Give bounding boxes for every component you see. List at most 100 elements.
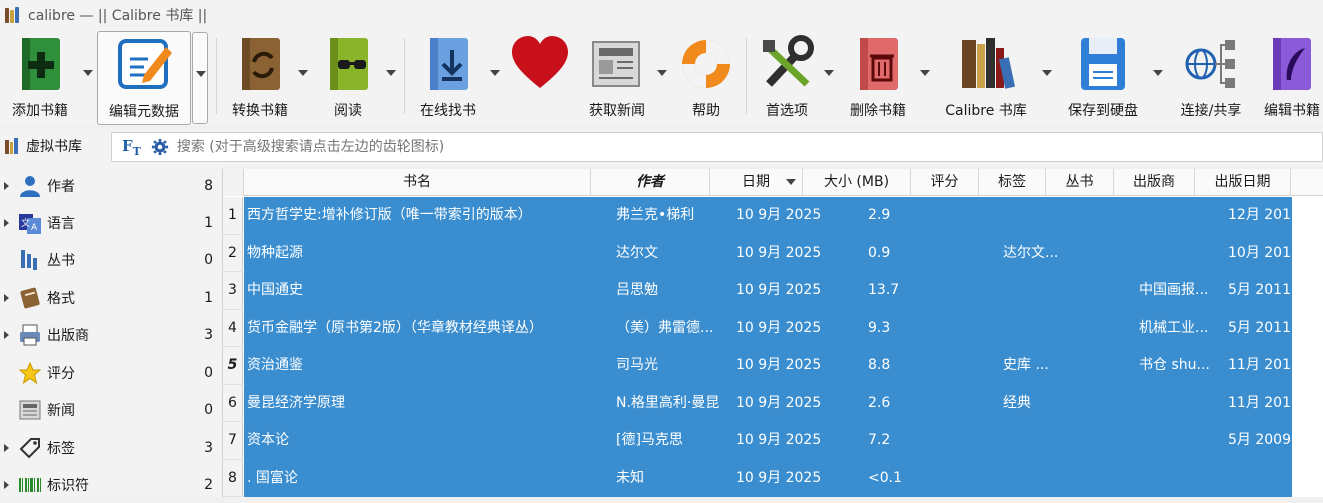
- row-number[interactable]: 4: [223, 309, 243, 347]
- tag-browser-item-formats[interactable]: 格式 1: [0, 279, 222, 316]
- table-row[interactable]: 3 中国通史 吕思勉 10 9月 2025 13.7 中国画报... 5月 2011: [223, 272, 1323, 310]
- table-row[interactable]: 2 物种起源 达尔文 10 9月 2025 0.9 达尔文... 10月 2013: [223, 234, 1323, 273]
- column-header-title[interactable]: 书名: [244, 169, 591, 196]
- tag-browser-item-authors[interactable]: 作者 8: [0, 167, 222, 204]
- fetch-news-dropdown[interactable]: [657, 70, 667, 76]
- expand-arrow-icon[interactable]: [4, 218, 9, 227]
- add-book-button[interactable]: 添加书籍: [0, 30, 80, 126]
- column-header-series[interactable]: 丛书: [1046, 169, 1114, 196]
- calibre-library-dropdown[interactable]: [1042, 70, 1052, 76]
- column-header-date[interactable]: 日期: [710, 169, 803, 196]
- column-header-author[interactable]: 作者: [591, 169, 710, 196]
- row-number[interactable]: 7: [223, 422, 243, 460]
- book-author-cell[interactable]: 未知: [616, 460, 644, 498]
- book-date-cell[interactable]: 10 9月 2025: [736, 460, 821, 498]
- book-author-cell[interactable]: N.格里高利·曼昆: [616, 385, 719, 423]
- book-size-cell[interactable]: 9.3: [868, 310, 890, 348]
- book-author-cell[interactable]: 达尔文: [616, 235, 658, 273]
- book-publisher-cell[interactable]: 中国画报...: [1139, 272, 1208, 310]
- book-pubdate-cell[interactable]: 5月 2011: [1228, 310, 1291, 348]
- get-books-dropdown[interactable]: [490, 70, 500, 76]
- expand-arrow-icon[interactable]: [4, 293, 9, 302]
- fetch-news-button[interactable]: 获取新闻: [580, 30, 654, 126]
- tag-browser-item-news[interactable]: 新闻 0: [0, 391, 222, 428]
- book-title-cell[interactable]: 物种起源: [247, 235, 303, 273]
- get-books-button[interactable]: 在线找书: [408, 30, 488, 126]
- tag-browser-item-identifiers[interactable]: 标识符 2: [0, 466, 222, 503]
- tag-browser-item-languages[interactable]: 文A 语言 1: [0, 204, 222, 241]
- book-publisher-cell[interactable]: 机械工业...: [1139, 310, 1208, 348]
- search-box[interactable]: FT: [111, 132, 1323, 162]
- book-pubdate-cell[interactable]: 12月 2013: [1228, 197, 1300, 235]
- book-title-cell[interactable]: . 国富论: [247, 460, 298, 498]
- book-date-cell[interactable]: 10 9月 2025: [736, 272, 821, 310]
- book-date-cell[interactable]: 10 9月 2025: [736, 422, 821, 460]
- connect-share-button[interactable]: 连接/共享: [1170, 30, 1252, 126]
- book-pubdate-cell[interactable]: 5月 2009: [1228, 422, 1291, 460]
- book-size-cell[interactable]: 13.7: [868, 272, 899, 310]
- book-author-cell[interactable]: [德]马克思: [616, 422, 683, 460]
- book-title-cell[interactable]: 中国通史: [247, 272, 303, 310]
- tag-browser-item-series[interactable]: 丛书 0: [0, 241, 222, 278]
- expand-arrow-icon[interactable]: [4, 330, 9, 339]
- book-title-cell[interactable]: 西方哲学史:增补修订版（唯一带索引的版本）: [247, 197, 532, 235]
- book-tags-cell[interactable]: 达尔文...: [1003, 235, 1058, 273]
- column-header-size[interactable]: 大小 (MB): [803, 169, 911, 196]
- tag-browser-item-tags[interactable]: 标签 3: [0, 429, 222, 466]
- book-date-cell[interactable]: 10 9月 2025: [736, 347, 821, 385]
- book-tags-cell[interactable]: 史库 ...: [1003, 347, 1049, 385]
- edit-book-button[interactable]: 编辑书籍: [1258, 30, 1323, 126]
- tag-browser-item-rating[interactable]: 评分 0: [0, 354, 222, 391]
- add-book-dropdown[interactable]: [83, 70, 93, 76]
- column-header-tags[interactable]: 标签: [979, 169, 1046, 196]
- tag-browser-item-publishers[interactable]: 出版商 3: [0, 316, 222, 353]
- row-number[interactable]: 8: [223, 459, 243, 497]
- gear-icon[interactable]: [151, 138, 169, 156]
- expand-arrow-icon[interactable]: [4, 480, 9, 489]
- book-size-cell[interactable]: 8.8: [868, 347, 890, 385]
- save-to-disk-button[interactable]: 保存到硬盘: [1058, 30, 1148, 126]
- donate-button[interactable]: [504, 30, 576, 126]
- row-number[interactable]: 6: [223, 384, 243, 422]
- edit-metadata-dropdown[interactable]: [192, 32, 208, 124]
- virtual-library-button[interactable]: 虚拟书库: [4, 136, 82, 156]
- remove-books-dropdown[interactable]: [920, 70, 930, 76]
- remove-books-button[interactable]: 删除书籍: [838, 30, 918, 126]
- book-date-cell[interactable]: 10 9月 2025: [736, 310, 821, 348]
- book-publisher-cell[interactable]: 书仓 shu...: [1139, 347, 1210, 385]
- book-size-cell[interactable]: 2.9: [868, 197, 890, 235]
- help-button[interactable]: 帮助: [670, 30, 742, 126]
- book-title-cell[interactable]: 资治通鉴: [247, 347, 303, 385]
- convert-book-dropdown[interactable]: [298, 70, 308, 76]
- table-row[interactable]: 4 货币金融学（原书第2版）（华章教材经典译丛） （美）弗雷德... 10 9月 20…: [223, 309, 1323, 348]
- row-number[interactable]: 3: [223, 272, 243, 310]
- book-date-cell[interactable]: 10 9月 2025: [736, 385, 821, 423]
- table-row[interactable]: 8. 国富论 未知 10 9月 2025 <0.1: [223, 459, 1323, 498]
- read-book-dropdown[interactable]: [386, 70, 396, 76]
- row-number[interactable]: 5: [223, 347, 243, 385]
- row-number[interactable]: 2: [223, 234, 243, 272]
- book-title-cell[interactable]: 曼昆经济学原理: [247, 385, 345, 423]
- book-author-cell[interactable]: （美）弗雷德...: [616, 310, 713, 348]
- book-pubdate-cell[interactable]: 11月 2010: [1228, 385, 1300, 423]
- edit-metadata-button[interactable]: 编辑元数据: [97, 31, 191, 125]
- book-title-cell[interactable]: 资本论: [247, 422, 289, 460]
- book-pubdate-cell[interactable]: 10月 2013: [1228, 235, 1300, 273]
- save-to-disk-dropdown[interactable]: [1153, 70, 1163, 76]
- column-header-pubdate[interactable]: 出版日期: [1195, 169, 1291, 196]
- full-text-search-icon[interactable]: FT: [122, 137, 141, 158]
- table-row[interactable]: 1 西方哲学史:增补修订版（唯一带索引的版本） 弗兰克•梯利 10 9月 2025 2.…: [223, 197, 1323, 235]
- calibre-library-button[interactable]: Calibre 书库: [938, 30, 1034, 126]
- column-header-publisher[interactable]: 出版商: [1114, 169, 1195, 196]
- book-pubdate-cell[interactable]: 5月 2011: [1228, 272, 1291, 310]
- book-tags-cell[interactable]: 经典: [1003, 385, 1031, 423]
- book-pubdate-cell[interactable]: 11月 2011: [1228, 347, 1300, 385]
- table-row[interactable]: 7 资本论 [德]马克思 10 9月 2025 7.2 5月 2009: [223, 422, 1323, 460]
- book-size-cell[interactable]: <0.1: [868, 460, 902, 498]
- book-author-cell[interactable]: 吕思勉: [616, 272, 658, 310]
- read-book-button[interactable]: 阅读: [310, 30, 386, 126]
- convert-book-button[interactable]: 转换书籍: [220, 30, 300, 126]
- book-title-cell[interactable]: 货币金融学（原书第2版）（华章教材经典译丛）: [247, 310, 543, 348]
- table-row[interactable]: 6 曼昆经济学原理 N.格里高利·曼昆 10 9月 2025 2.6 经典 11月 2010: [223, 384, 1323, 423]
- column-header-rating[interactable]: 评分: [911, 169, 979, 196]
